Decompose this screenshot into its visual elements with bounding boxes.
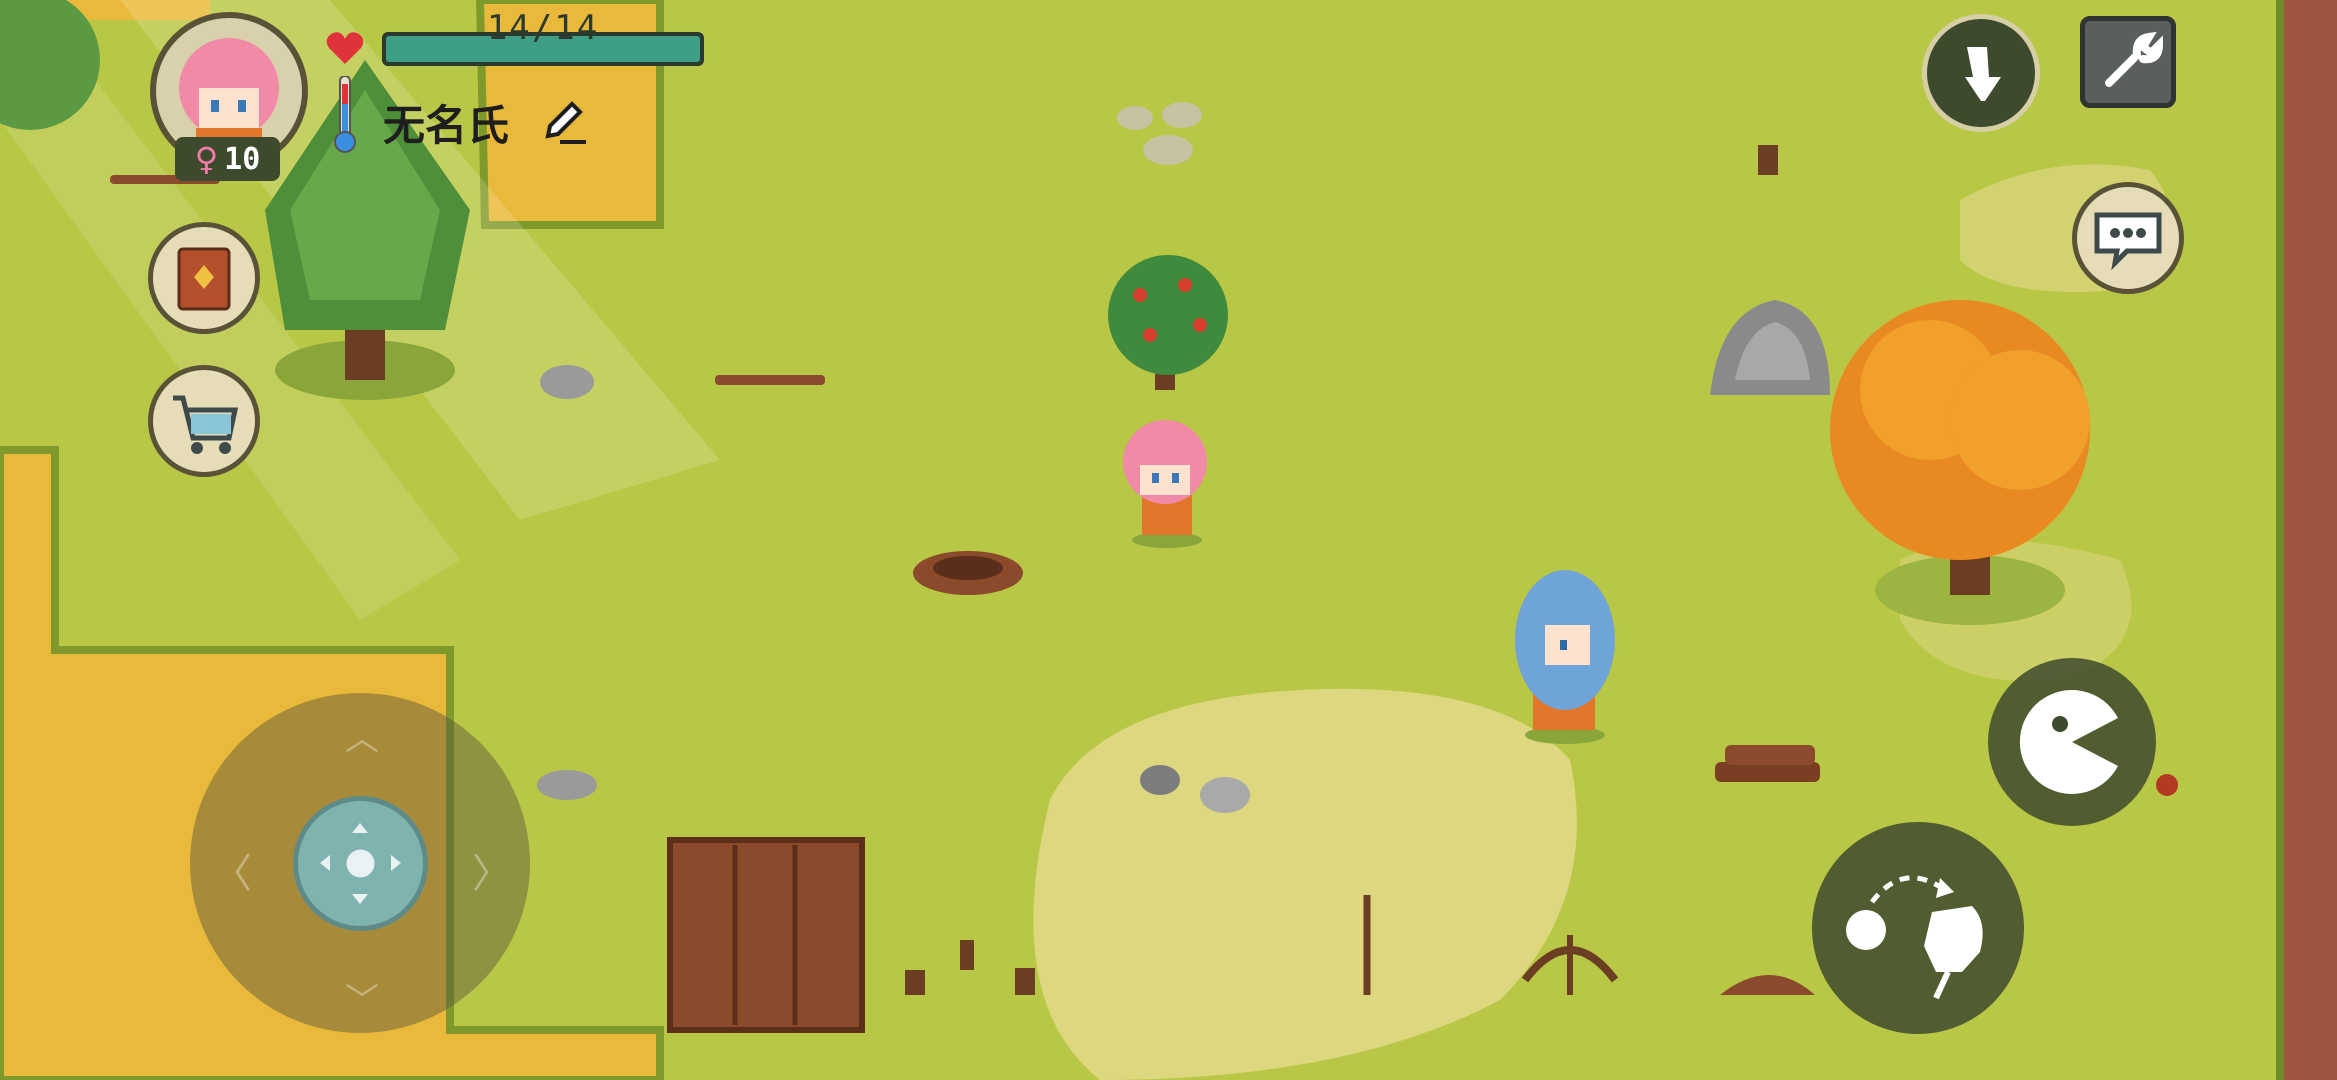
thermometer-icon: [332, 75, 358, 154]
heart-icon: [325, 30, 365, 66]
chevron-up-icon: ︿: [345, 719, 379, 759]
wrench-icon: [2105, 31, 2164, 87]
stump: [905, 970, 925, 995]
level-value: 10: [224, 141, 261, 177]
log-pile: [1715, 745, 1820, 782]
rock: [540, 365, 594, 399]
chat-icon: [2094, 212, 2162, 271]
settings-button[interactable]: [2080, 16, 2176, 108]
stump: [1758, 145, 1778, 175]
health-text: 14/14: [486, 8, 600, 48]
book-icon: [177, 247, 231, 311]
joystick-knob[interactable]: [293, 796, 428, 931]
sword-icon: [1965, 47, 2001, 101]
attack-button[interactable]: [1922, 14, 2040, 132]
stepping-stone: [1143, 135, 1193, 165]
chevron-left-icon: 〈: [212, 851, 252, 897]
wooden-crate: [667, 837, 865, 1033]
eat-button[interactable]: [1988, 658, 2156, 826]
cliff-edge: [2282, 0, 2337, 1080]
chat-button[interactable]: [2072, 182, 2184, 294]
chevron-down-icon: ﹀: [345, 981, 379, 1021]
journal-button[interactable]: [148, 222, 260, 334]
pencil-icon[interactable]: [540, 98, 588, 144]
shop-button[interactable]: [148, 365, 260, 477]
throw-button[interactable]: [1812, 822, 2024, 1034]
cart-icon: [173, 395, 239, 454]
rock: [537, 770, 597, 800]
branch: [715, 375, 825, 385]
dpad-icon: [320, 823, 401, 904]
pacman-icon: [2019, 690, 2118, 794]
stepping-stone: [1162, 102, 1202, 128]
throw-hand-icon: [1846, 875, 1983, 1000]
female-icon: ♀: [194, 140, 219, 178]
player-name: 无名氏: [383, 101, 510, 150]
berry: [2156, 774, 2178, 796]
rock: [1140, 765, 1180, 795]
stump: [1015, 968, 1035, 995]
chevron-right-icon: 〉: [472, 851, 512, 897]
rock: [1200, 777, 1250, 813]
stump: [960, 940, 974, 970]
level-badge: ♀ 10: [175, 137, 280, 181]
stepping-stone: [1117, 106, 1153, 130]
